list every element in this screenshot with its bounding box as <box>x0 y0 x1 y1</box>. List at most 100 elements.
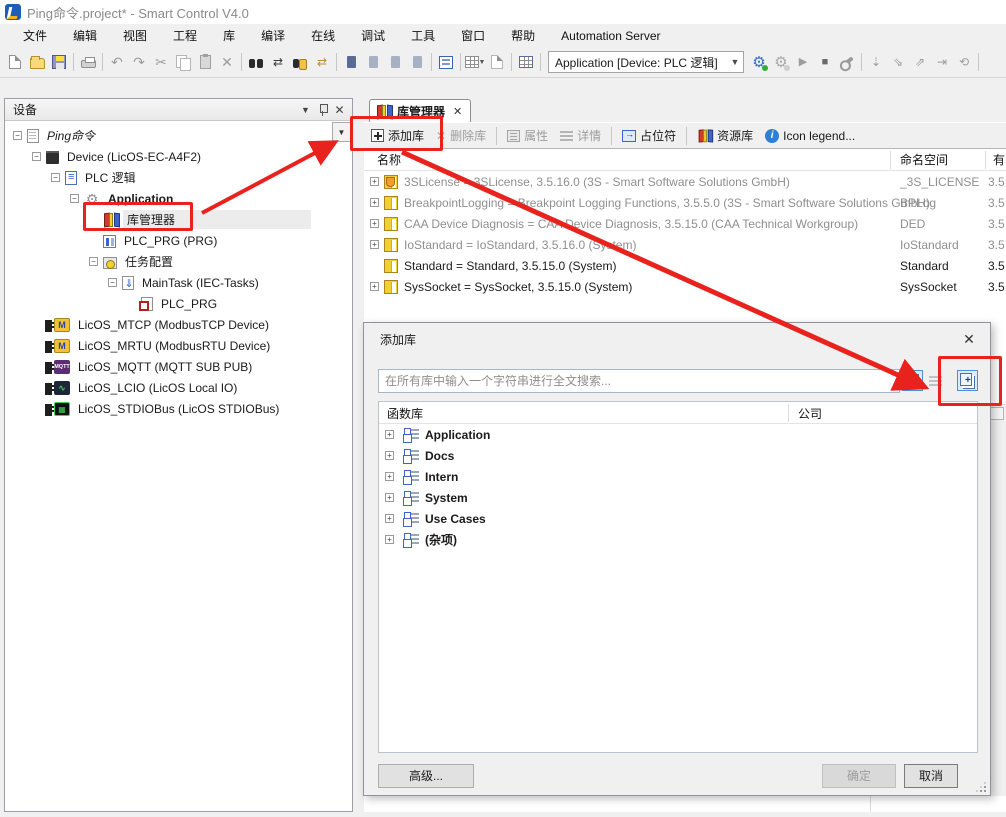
stop-icon[interactable]: ■ <box>814 51 836 73</box>
tree-item-application[interactable]: − ⚙ Application <box>5 188 352 209</box>
tree-item-licos-mqtt[interactable]: MQTT LicOS_MQTT (MQTT SUB PUB) <box>5 356 352 377</box>
panel-dropdown-icon[interactable]: ▼ <box>297 101 314 118</box>
save-icon[interactable] <box>48 51 70 73</box>
library-row[interactable]: Standard = Standard, 3.5.15.0 (System) S… <box>364 255 1006 276</box>
menu-help[interactable]: 帮助 <box>498 24 548 47</box>
tree-view-toggle-button[interactable] <box>902 370 923 391</box>
category-row-system[interactable]: + System <box>379 487 977 508</box>
menu-library[interactable]: 库 <box>210 24 248 47</box>
expand-icon[interactable]: + <box>385 493 394 502</box>
step-out-icon[interactable]: ⇗ <box>909 51 931 73</box>
category-row-docs[interactable]: + Docs <box>379 445 977 466</box>
redo-icon[interactable]: ↷ <box>128 51 150 73</box>
copy-icon[interactable] <box>172 51 194 73</box>
dialog-title-bar[interactable]: 添加库 ✕ <box>364 323 990 355</box>
pin-icon[interactable] <box>314 101 331 118</box>
menu-tools[interactable]: 工具 <box>398 24 448 47</box>
tree-item-task-config[interactable]: − 任务配置 <box>5 251 352 272</box>
expand-icon[interactable]: + <box>385 535 394 544</box>
tab-library-manager[interactable]: 库管理器 ✕ <box>369 99 471 122</box>
tree-item-licos-mtcp[interactable]: M LicOS_MTCP (ModbusTCP Device) <box>5 314 352 335</box>
tree-item-plc-prg-call[interactable]: PLC_PRG <box>5 293 352 314</box>
expand-icon[interactable]: + <box>385 472 394 481</box>
dialog-close-icon[interactable]: ✕ <box>958 328 980 350</box>
expand-icon[interactable]: + <box>370 198 379 207</box>
collapse-icon[interactable]: − <box>32 152 41 161</box>
collapse-icon[interactable]: − <box>108 278 117 287</box>
next-bookmark-icon[interactable] <box>384 51 406 73</box>
tree-item-licos-lcio[interactable]: ∿ LicOS_LCIO (LicOS Local IO) <box>5 377 352 398</box>
menu-view[interactable]: 视图 <box>110 24 160 47</box>
ok-button[interactable]: 确定 <box>822 764 896 788</box>
tree-item-project[interactable]: − Ping命令 <box>5 125 352 146</box>
prev-bookmark-icon[interactable] <box>362 51 384 73</box>
category-row-misc[interactable]: + (杂项) <box>379 529 977 550</box>
add-library-button[interactable]: 添加库 <box>366 125 429 146</box>
icon-legend-button[interactable]: i Icon legend... <box>760 127 860 145</box>
build-icon[interactable] <box>515 51 537 73</box>
tree-item-licos-mrtu[interactable]: M LicOS_MRTU (ModbusRTU Device) <box>5 335 352 356</box>
chevron-down-icon[interactable]: ▼ <box>727 57 743 67</box>
library-search-input[interactable] <box>378 369 900 393</box>
collapse-icon[interactable]: − <box>13 131 22 140</box>
open-project-icon[interactable] <box>26 51 48 73</box>
tree-item-maintask[interactable]: − MainTask (IEC-Tasks) <box>5 272 352 293</box>
collapse-icon[interactable]: − <box>70 194 79 203</box>
replace-icon[interactable]: ⇄ <box>267 51 289 73</box>
expand-icon[interactable]: + <box>370 177 379 186</box>
expand-icon[interactable]: + <box>385 514 394 523</box>
column-divider[interactable] <box>985 151 986 169</box>
find-icon[interactable] <box>245 51 267 73</box>
collapse-icon[interactable]: − <box>51 173 60 182</box>
tree-item-library-manager[interactable]: 库管理器 <box>5 209 352 230</box>
new-window-icon[interactable] <box>486 51 508 73</box>
properties-list-icon[interactable] <box>435 51 457 73</box>
grid-dropdown-icon[interactable]: ▼ <box>464 51 486 73</box>
menu-automation-server[interactable]: Automation Server <box>548 26 673 46</box>
settings-wrench-icon[interactable] <box>836 51 858 73</box>
collapse-icon[interactable]: − <box>89 257 98 266</box>
expand-icon[interactable]: + <box>385 451 394 460</box>
logout-icon[interactable]: ⚙ <box>770 51 792 73</box>
paste-icon[interactable] <box>194 51 216 73</box>
reset-icon[interactable]: ⟲ <box>953 51 975 73</box>
bookmark-icon[interactable] <box>340 51 362 73</box>
column-name[interactable]: 名称 <box>377 151 401 168</box>
tab-close-icon[interactable]: ✕ <box>453 105 462 118</box>
replace-in-files-icon[interactable]: ⇄ <box>311 51 333 73</box>
expand-icon[interactable]: + <box>370 240 379 249</box>
column-library[interactable]: 函数库 <box>387 405 423 422</box>
library-row[interactable]: + IoStandard = IoStandard, 3.5.16.0 (Sys… <box>364 234 1006 255</box>
delete-library-button[interactable]: ✕ 删除库 <box>431 125 491 146</box>
menu-window[interactable]: 窗口 <box>448 24 498 47</box>
login-icon[interactable]: ⚙ <box>748 51 770 73</box>
tree-item-plc-prg[interactable]: PLC_PRG (PRG) <box>5 230 352 251</box>
library-row[interactable]: + BreakpointLogging = Breakpoint Logging… <box>364 192 1006 213</box>
find-in-files-icon[interactable] <box>289 51 311 73</box>
resize-grip[interactable] <box>976 782 986 792</box>
cancel-button[interactable]: 取消 <box>904 764 958 788</box>
flat-view-button[interactable] <box>925 370 946 391</box>
tree-item-plc-logic[interactable]: − PLC 逻辑 <box>5 167 352 188</box>
expand-icon[interactable]: + <box>370 219 379 228</box>
application-selector[interactable]: Application [Device: PLC 逻辑] ▼ <box>548 51 744 73</box>
column-effective-version[interactable]: 有 <box>993 151 1005 168</box>
details-button[interactable]: 详情 <box>555 125 606 146</box>
menu-edit[interactable]: 编辑 <box>60 24 110 47</box>
menu-file[interactable]: 文件 <box>10 24 60 47</box>
column-divider[interactable] <box>890 151 891 169</box>
expand-icon[interactable]: + <box>370 282 379 291</box>
menu-online[interactable]: 在线 <box>298 24 348 47</box>
library-row[interactable]: + SysSocket = SysSocket, 3.5.15.0 (Syste… <box>364 276 1006 297</box>
clear-bookmarks-icon[interactable] <box>406 51 428 73</box>
group-by-category-button[interactable] <box>957 370 978 391</box>
menu-debug[interactable]: 调试 <box>348 24 398 47</box>
undo-icon[interactable]: ↶ <box>106 51 128 73</box>
step-into-icon[interactable]: ⇘ <box>887 51 909 73</box>
cut-icon[interactable]: ✂ <box>150 51 172 73</box>
delete-icon[interactable]: ✕ <box>216 51 238 73</box>
advanced-button[interactable]: 高级... <box>378 764 474 788</box>
tree-item-device[interactable]: − Device (LicOS-EC-A4F2) <box>5 146 352 167</box>
close-icon[interactable]: ✕ <box>331 101 348 118</box>
column-company[interactable]: 公司 <box>798 405 822 422</box>
